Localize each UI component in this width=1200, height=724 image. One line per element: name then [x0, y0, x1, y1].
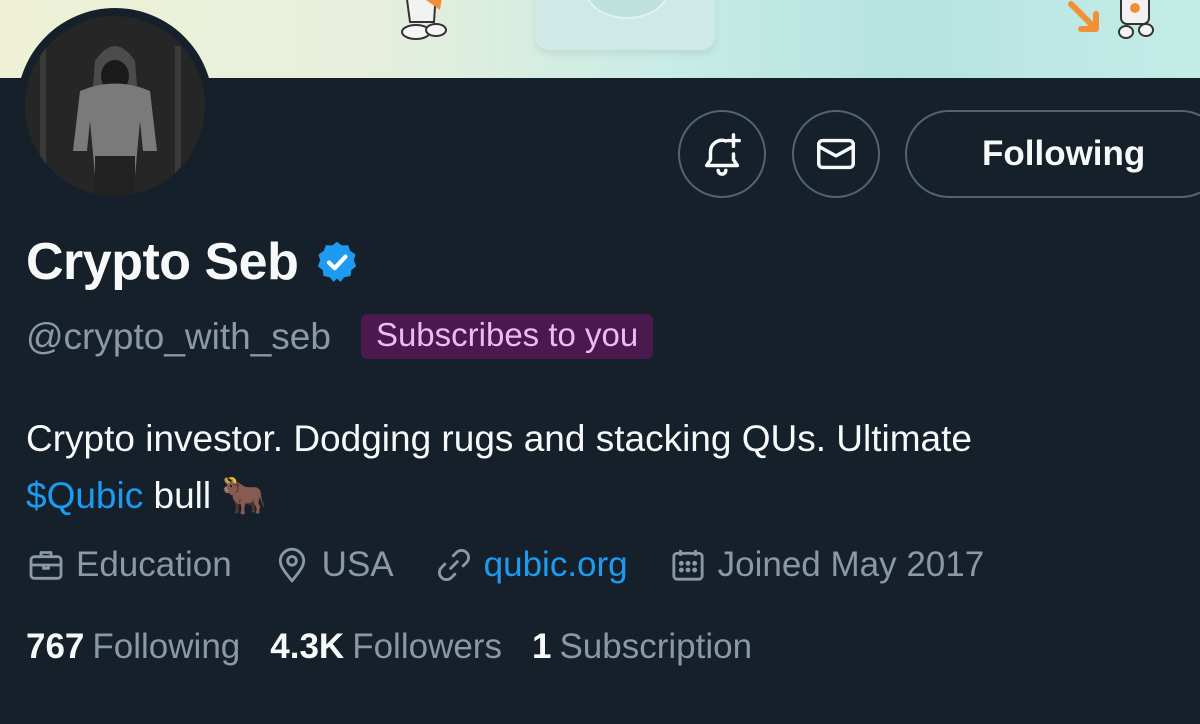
following-stat[interactable]: 767 Following	[26, 627, 240, 667]
subscription-count: 1	[531, 627, 552, 666]
briefcase-icon	[29, 551, 63, 580]
meta-category: Education	[26, 545, 232, 585]
profile-handle: @crypto_with_seb	[26, 315, 331, 357]
message-button[interactable]	[792, 110, 880, 198]
profile-name: Crypto Seb	[26, 233, 299, 291]
verified-badge-icon[interactable]	[314, 239, 360, 285]
subscribes-to-you-badge: Subscribes to you	[360, 314, 654, 359]
location-label: USA	[321, 545, 394, 584]
notify-button[interactable]	[678, 110, 766, 198]
following-count: 767	[26, 627, 85, 666]
meta-website[interactable]: qubic.org	[434, 545, 628, 585]
followers-stat[interactable]: 4.3K Followers	[270, 627, 502, 667]
device-illustration	[535, 0, 715, 50]
subscription-stat[interactable]: 1 Subscription	[532, 627, 752, 667]
calendar-icon	[672, 550, 704, 581]
envelope-icon	[817, 138, 855, 170]
bell-plus-icon	[704, 133, 741, 176]
location-pin-icon	[278, 547, 305, 584]
profile-stats: 767 Following 4.3K Followers 1 Subscription	[26, 627, 782, 667]
meta-location: USA	[272, 545, 394, 585]
bio-text: Crypto investor. Dodging rugs and stacki…	[26, 418, 972, 459]
bio-text-end: bull	[153, 475, 212, 516]
category-label: Education	[76, 545, 232, 584]
followers-count: 4.3K	[270, 627, 345, 666]
website-link[interactable]: qubic.org	[484, 545, 628, 585]
subscription-stat-label: Subscription	[559, 627, 753, 666]
avatar[interactable]	[17, 8, 213, 204]
joined-label: Joined May 2017	[717, 545, 985, 584]
meta-joined: Joined May 2017	[668, 545, 985, 585]
avatar-photo	[25, 16, 205, 196]
astronaut-illustration-2	[1068, 0, 1154, 39]
profile-name-row: Crypto Seb	[26, 232, 360, 292]
link-icon	[437, 549, 470, 581]
following-button-label: Following	[982, 134, 1146, 173]
astronaut-illustration	[401, 0, 447, 40]
cashtag-link[interactable]: $Qubic	[26, 475, 143, 516]
ox-emoji: 🐂	[221, 475, 268, 516]
followers-stat-label: Followers	[352, 627, 502, 666]
following-button[interactable]: Following	[905, 110, 1200, 198]
handle-row: @crypto_with_seb Subscribes to you	[26, 314, 654, 359]
profile-meta: Education USA qubic.org Joined May 2017	[26, 545, 1024, 585]
following-stat-label: Following	[92, 627, 241, 666]
profile-bio: Crypto investor. Dodging rugs and stacki…	[26, 410, 1176, 524]
